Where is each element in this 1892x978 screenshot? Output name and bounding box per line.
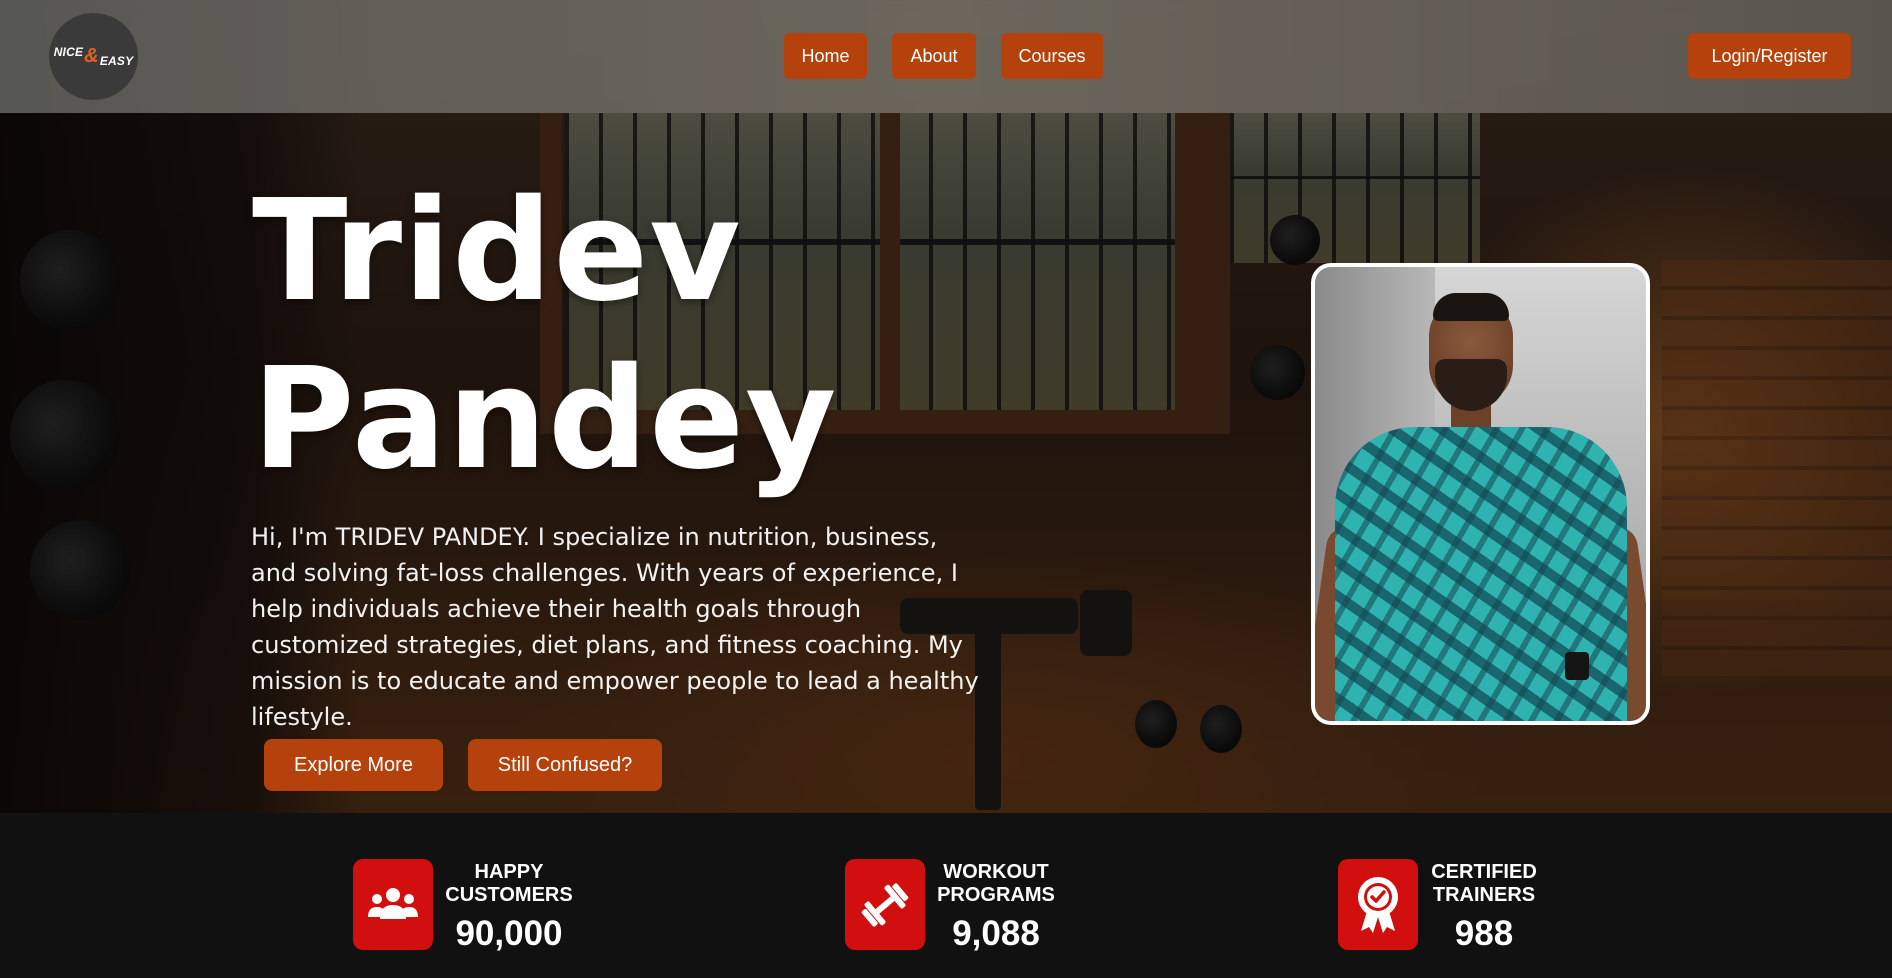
dumbbell-icon	[845, 859, 925, 950]
portrait-shirt	[1335, 427, 1627, 721]
still-confused-button[interactable]: Still Confused?	[468, 739, 662, 791]
nav-link-about[interactable]: About	[892, 33, 976, 79]
logo-ampersand: &	[84, 45, 99, 67]
explore-more-button[interactable]: Explore More	[264, 739, 443, 791]
brand-logo[interactable]: NICE & EASY	[49, 13, 138, 100]
hero-name-line1: Tridev	[252, 170, 742, 333]
stat-label-workout-programs: WORKOUT PROGRAMS	[921, 861, 1071, 907]
stat-label-line: HAPPY	[474, 861, 544, 883]
trainer-portrait	[1311, 263, 1650, 725]
smartwatch	[1565, 652, 1589, 680]
stat-label-certified-trainers: CERTIFIED TRAINERS	[1409, 861, 1559, 907]
stat-label-happy-customers: HAPPY CUSTOMERS	[434, 861, 584, 907]
login-register-button[interactable]: Login/Register	[1688, 33, 1851, 79]
stat-label-line: CUSTOMERS	[445, 884, 573, 906]
stat-label-line: WORKOUT	[943, 861, 1049, 883]
stat-value-workout-programs: 9,088	[952, 914, 1040, 953]
nav-link-home[interactable]: Home	[784, 33, 867, 79]
stat-value-happy-customers: 90,000	[455, 914, 563, 953]
stat-label-line: CERTIFIED	[1431, 861, 1537, 883]
users-icon	[353, 859, 433, 950]
portrait-beard	[1435, 359, 1507, 411]
navbar: NICE & EASY Home About Courses Login/Regis…	[0, 0, 1892, 113]
logo-word-nice: NICE	[53, 44, 84, 59]
logo-word-easy: EASY	[99, 53, 134, 68]
hero-name: Tridev Pandey	[252, 168, 837, 504]
nav-link-courses[interactable]: Courses	[1001, 33, 1103, 79]
portrait-hair	[1433, 293, 1509, 321]
stat-label-line: TRAINERS	[1432, 884, 1536, 906]
award-badge-icon	[1338, 859, 1418, 950]
hero-description: Hi, I'm TRIDEV PANDEY. I specialize in n…	[251, 523, 979, 731]
stat-label-line: PROGRAMS	[937, 884, 1055, 906]
stat-value-certified-trainers: 988	[1454, 914, 1514, 953]
hero-name-line2: Pandey	[252, 338, 838, 501]
